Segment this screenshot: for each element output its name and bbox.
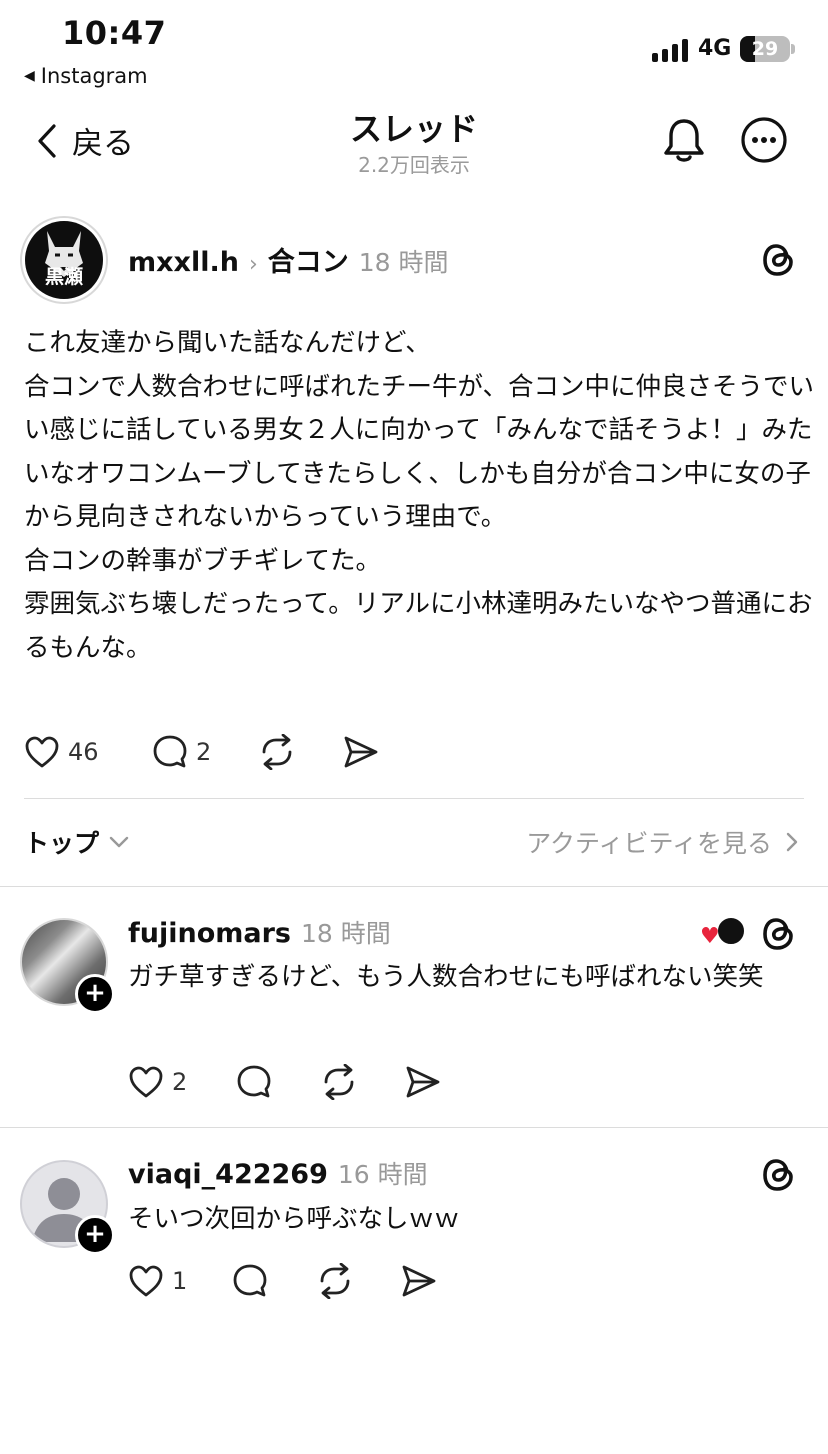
author-mini-avatar: [716, 916, 746, 946]
reply-count: 2: [196, 738, 212, 766]
share-button[interactable]: [400, 1264, 438, 1298]
like-button[interactable]: 2: [128, 1065, 236, 1099]
comment-actions: 1: [128, 1263, 438, 1299]
comment-timestamp: 16 時間: [337, 1160, 428, 1189]
share-button[interactable]: [404, 1065, 442, 1099]
avatar-text: 黒瀬: [44, 266, 83, 288]
comment-timestamp: 18 時間: [301, 919, 391, 948]
more-options-icon[interactable]: [740, 116, 788, 168]
repost-icon: [262, 734, 292, 770]
comment-actions: 2: [128, 1064, 442, 1100]
follow-button[interactable]: +: [75, 974, 115, 1014]
reply-button[interactable]: 2: [152, 734, 258, 770]
post-actions: 46 2: [24, 734, 380, 770]
back-app-label: Instagram: [40, 64, 148, 88]
like-count: 2: [172, 1068, 188, 1096]
cellular-signal-icon: [652, 38, 688, 62]
comment-icon: [237, 1065, 271, 1098]
sort-label: トップ: [24, 829, 100, 858]
comment-header: viaqi_422269 16 時間: [128, 1155, 428, 1191]
share-button[interactable]: [342, 735, 380, 769]
comment-header: fujinomars 18 時間: [128, 914, 391, 950]
repost-button[interactable]: [258, 734, 342, 770]
battery-icon: 29: [740, 36, 790, 62]
sort-dropdown[interactable]: トップ: [24, 824, 129, 860]
like-button[interactable]: 46: [24, 735, 152, 769]
heart-icon: [25, 736, 59, 768]
bell-icon[interactable]: [662, 116, 706, 168]
post-timestamp: 18 時間: [358, 248, 449, 277]
repost-button[interactable]: [316, 1263, 400, 1299]
comment-icon: [233, 1264, 267, 1297]
heart-icon: ♥: [700, 924, 720, 949]
like-count: 46: [68, 738, 99, 766]
battery-nub: [791, 44, 795, 54]
repost-icon: [320, 1263, 350, 1299]
threads-logo-icon[interactable]: [760, 914, 798, 958]
comment-text: ガチ草すぎるけど、もう人数合わせにも呼ばれない笑笑: [128, 962, 764, 992]
view-activity-link[interactable]: アクティビティを見る: [526, 824, 798, 860]
post-header: mxxll.h › 合コン 18 時間: [128, 240, 449, 279]
post-username[interactable]: mxxll.h: [128, 247, 239, 278]
comment-username[interactable]: fujinomars: [128, 918, 291, 949]
send-icon: [406, 1066, 440, 1098]
activity-label: アクティビティを見る: [526, 829, 772, 858]
repost-icon: [324, 1064, 354, 1100]
threads-logo-icon[interactable]: [760, 1155, 798, 1199]
divider: [24, 798, 804, 799]
comment-username[interactable]: viaqi_422269: [128, 1159, 328, 1190]
repost-button[interactable]: [320, 1064, 404, 1100]
reply-button[interactable]: [232, 1263, 316, 1299]
post-body: これ友達から聞いた話なんだけど、 合コンで人数合わせに呼ばれたチー牛が、合コン中…: [24, 328, 814, 663]
chevron-right-icon: [786, 832, 798, 852]
like-button[interactable]: 1: [128, 1264, 232, 1298]
heart-icon: [129, 1265, 163, 1297]
post-topic-tag[interactable]: 合コン: [268, 240, 349, 279]
threads-logo-icon[interactable]: [760, 240, 798, 284]
comment-text: そいつ次回から呼ぶなしｗｗ: [128, 1204, 460, 1234]
avatar-image: 黒瀬: [25, 221, 103, 299]
reply-button[interactable]: [236, 1064, 320, 1100]
chevron-down-icon: [109, 836, 129, 848]
battery-level: 29: [751, 38, 779, 60]
back-triangle-icon: ◀: [24, 68, 35, 84]
send-icon: [344, 736, 378, 768]
network-type: 4G: [698, 36, 732, 61]
heart-icon: [129, 1066, 163, 1098]
author-liked-badge: ♥: [700, 916, 748, 950]
send-icon: [402, 1265, 436, 1297]
post-author-avatar[interactable]: 黒瀬: [20, 216, 108, 304]
comment-icon: [153, 735, 187, 768]
like-count: 1: [172, 1267, 188, 1295]
follow-button[interactable]: +: [75, 1215, 115, 1255]
back-to-app-link[interactable]: ◀ Instagram: [24, 64, 148, 88]
divider: [0, 886, 828, 887]
status-time: 10:47: [62, 14, 167, 52]
chevron-right-icon: ›: [248, 252, 258, 277]
divider: [0, 1127, 828, 1128]
